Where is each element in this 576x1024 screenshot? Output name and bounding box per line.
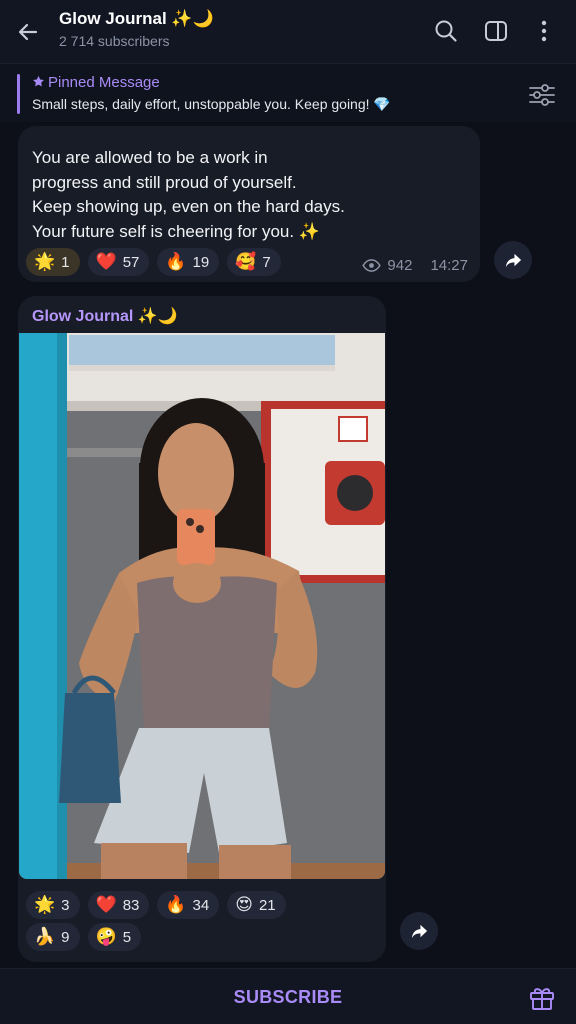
share-arrow-icon xyxy=(411,924,427,938)
message-time: 14:27 xyxy=(430,257,468,274)
channel-info[interactable]: Glow Journal ✨🌙 2 714 subscribers xyxy=(59,9,214,49)
reaction-chip[interactable]: 🔥 19 xyxy=(157,248,220,276)
reaction-count: 1 xyxy=(61,253,70,271)
view-count: 942 xyxy=(387,257,413,274)
chat-header: Glow Journal ✨🌙 2 714 subscribers xyxy=(0,0,576,64)
back-arrow-icon[interactable] xyxy=(14,18,42,46)
message-line: You are allowed to be a work in xyxy=(32,148,268,167)
share-arrow-icon xyxy=(505,253,521,267)
message-meta: 942 14:27 xyxy=(362,257,468,274)
reactions-row: 🌟 3 ❤️ 83 🔥 34 😍 21 xyxy=(26,891,286,919)
reaction-emoji: ❤️ xyxy=(95,894,117,915)
reaction-count: 9 xyxy=(61,928,70,946)
reaction-emoji: 🔥 xyxy=(165,251,187,272)
pinned-message-bar[interactable]: Pinned Message Small steps, daily effort… xyxy=(0,64,576,122)
subscriber-count: 2 714 subscribers xyxy=(59,33,170,49)
reaction-count: 34 xyxy=(192,896,210,914)
reactions-row: 🍌 9 🤪 5 xyxy=(26,923,142,951)
reaction-emoji: 🔥 xyxy=(165,894,187,915)
message-line: Your future self is cheering for you. ✨ xyxy=(32,221,320,241)
message-line: Keep showing up, even on the hard days. xyxy=(32,197,345,216)
gift-icon[interactable] xyxy=(528,984,556,1012)
reaction-count: 3 xyxy=(61,896,70,914)
reaction-emoji: ❤️ xyxy=(95,251,117,272)
reaction-count: 7 xyxy=(262,253,271,271)
more-vertical-icon[interactable] xyxy=(531,18,557,44)
reaction-chip[interactable]: 🔥 34 xyxy=(157,891,220,919)
search-icon[interactable] xyxy=(433,18,459,44)
reaction-count: 21 xyxy=(258,896,276,914)
reaction-emoji: 🥰 xyxy=(235,251,257,272)
reaction-emoji: 🌟 xyxy=(34,251,56,272)
reaction-emoji: 🌟 xyxy=(34,894,56,915)
post-photo[interactable] xyxy=(19,333,385,879)
reaction-emoji: 🍌 xyxy=(34,926,56,947)
pinned-text: Small steps, daily effort, unstoppable y… xyxy=(32,96,391,112)
reaction-emoji: 🤪 xyxy=(95,926,117,947)
pinned-title-text: Pinned Message xyxy=(48,74,160,91)
author-name: Glow Journal ✨🌙 xyxy=(32,308,178,325)
message-bubble-photo[interactable]: Glow Journal ✨🌙 🌟 3 ❤️ 83 🔥 34 😍 21 🍌 9 … xyxy=(18,296,386,962)
pin-icon xyxy=(33,75,44,87)
subscribe-button[interactable]: SUBSCRIBE xyxy=(0,987,576,1008)
reaction-emoji: 😍 xyxy=(235,894,253,915)
reaction-chip[interactable]: ❤️ 83 xyxy=(87,891,150,919)
bottom-bar: SUBSCRIBE xyxy=(0,968,576,1024)
channel-title: Glow Journal ✨🌙 xyxy=(59,9,214,28)
reaction-chip[interactable]: 🥰 7 xyxy=(227,248,281,276)
reaction-chip[interactable]: 🌟 1 xyxy=(26,248,80,276)
eye-icon xyxy=(362,259,382,272)
reaction-chip[interactable]: ❤️ 57 xyxy=(87,248,150,276)
reaction-count: 57 xyxy=(122,253,140,271)
reaction-chip[interactable]: 🌟 3 xyxy=(26,891,80,919)
message-line: progress and still proud of yourself. xyxy=(32,172,297,192)
reaction-count: 5 xyxy=(122,928,132,946)
reaction-count: 83 xyxy=(122,896,140,914)
share-button[interactable] xyxy=(400,912,438,950)
reaction-chip[interactable]: 😍 21 xyxy=(227,891,286,919)
message-text: You are allowed to be a work in progress… xyxy=(32,146,345,244)
reaction-chip[interactable]: 🤪 5 xyxy=(87,923,142,951)
filter-settings-icon[interactable] xyxy=(528,82,556,108)
reaction-count: 19 xyxy=(192,253,210,271)
pinned-title: Pinned Message xyxy=(32,74,160,91)
sidebar-icon[interactable] xyxy=(483,18,509,44)
reactions-row: 🌟 1 ❤️ 57 🔥 19 🥰 7 xyxy=(26,248,281,276)
message-bubble-text[interactable]: You are allowed to be a work in progress… xyxy=(18,126,480,282)
pinned-indicator xyxy=(17,74,20,114)
reaction-chip[interactable]: 🍌 9 xyxy=(26,923,80,951)
share-button[interactable] xyxy=(494,241,532,279)
photo-illustration xyxy=(19,333,385,879)
